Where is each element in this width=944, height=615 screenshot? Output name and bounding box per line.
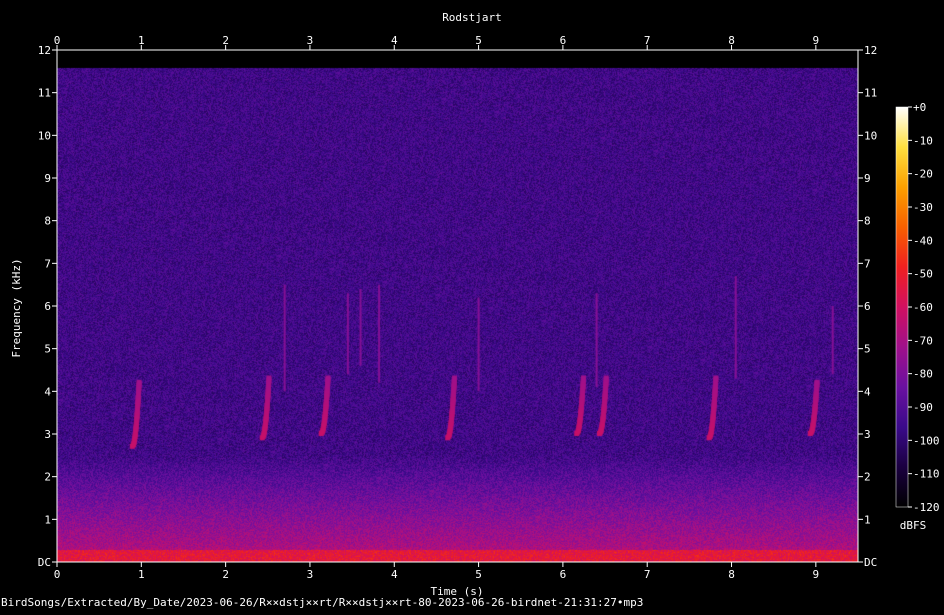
y-tick-label-right: 7 xyxy=(864,257,871,270)
y-tick-label-left: 4 xyxy=(44,385,51,398)
chart-title: Rodstjart xyxy=(442,11,502,24)
y-tick-label-right: 6 xyxy=(864,300,871,313)
colorbar-tick-label: -20 xyxy=(913,168,933,181)
x-tick-label-top: 3 xyxy=(307,34,314,47)
spectrogram-svg: Rodstjart 00112233445566778899DC DC1 12 23 3… xyxy=(10,11,940,598)
y-tick-label-left: 12 xyxy=(38,44,51,57)
x-tick-label-top: 2 xyxy=(222,34,229,47)
y-tick-label-right: DC xyxy=(864,556,877,569)
y-tick-label-left: 10 xyxy=(38,129,51,142)
y-tick-label-right: 10 xyxy=(864,129,877,142)
colorbar-tick-label: -70 xyxy=(913,334,933,347)
y-tick-label-left: 2 xyxy=(44,471,51,484)
x-tick-label-top: 6 xyxy=(560,34,567,47)
colorbar-tick-label: -30 xyxy=(913,201,933,214)
y-tick-label-left: DC xyxy=(38,556,51,569)
y-tick-label-right: 11 xyxy=(864,87,877,100)
colorbar-tick-label: -50 xyxy=(913,268,933,281)
x-tick-label-bottom: 0 xyxy=(54,568,61,581)
y-tick-label-left: 7 xyxy=(44,257,51,270)
x-tick-label-top: 4 xyxy=(391,34,398,47)
x-tick-label-bottom: 7 xyxy=(644,568,651,581)
x-tick-label-bottom: 3 xyxy=(307,568,314,581)
colorbar-tick-label: -10 xyxy=(913,134,933,147)
colorbar: +0 -10 -20 -30 -40 -50 -60 -70 -80 -90 -100 -110 -12… xyxy=(895,101,940,514)
x-tick-label-top: 8 xyxy=(728,34,735,47)
x-tick-label-bottom: 6 xyxy=(560,568,567,581)
x-tick-label-bottom: 1 xyxy=(138,568,145,581)
spectrogram-image xyxy=(57,50,858,562)
colorbar-tick-label: -60 xyxy=(913,301,933,314)
y-tick-label-left: 11 xyxy=(38,87,51,100)
y-tick-label-right: 2 xyxy=(864,471,871,484)
x-tick-label-bottom: 8 xyxy=(728,568,735,581)
colorbar-tick-label: -100 xyxy=(913,434,940,447)
colorbar-tick-label: +0 xyxy=(913,101,926,114)
colorbar-tick-label: -40 xyxy=(913,234,933,247)
colorbar-tick-label: -90 xyxy=(913,401,933,414)
spectrogram-figure: Rodstjart 0 0 1 1 2 2 3 3 4 4 5 5 6 6 7 7 8 8 9 9 DC DC 1 1 2 2 3 3… xyxy=(0,0,944,611)
colorbar-gradient xyxy=(895,106,909,508)
x-tick-label-bottom: 4 xyxy=(391,568,398,581)
y-tick-label-left: 6 xyxy=(44,300,51,313)
x-tick-label-top: 9 xyxy=(813,34,820,47)
x-tick-label-top: 5 xyxy=(475,34,482,47)
colorbar-label: dBFS xyxy=(900,519,927,532)
x-tick-label-top: 7 xyxy=(644,34,651,47)
colorbar-tick-label: -120 xyxy=(913,501,940,514)
x-tick-label-top: 1 xyxy=(138,34,145,47)
y-tick-label-right: 8 xyxy=(864,215,871,228)
y-tick-label-left: 9 xyxy=(44,172,51,185)
y-tick-label-right: 4 xyxy=(864,385,871,398)
colorbar-tick-label: -110 xyxy=(913,468,940,481)
x-tick-label-bottom: 9 xyxy=(813,568,820,581)
spectrogram-plot xyxy=(57,50,858,562)
y-tick-label-right: 1 xyxy=(864,513,871,526)
y-tick-label-left: 5 xyxy=(44,343,51,356)
x-tick-label-top: 0 xyxy=(54,34,61,47)
y-tick-label-right: 3 xyxy=(864,428,871,441)
y-tick-label-right: 5 xyxy=(864,343,871,356)
colorbar-tick-label: -80 xyxy=(913,368,933,381)
y-tick-label-right: 9 xyxy=(864,172,871,185)
file-path: BirdSongs/Extracted/By_Date/2023-06-26/R… xyxy=(1,596,644,609)
x-tick-label-bottom: 5 xyxy=(475,568,482,581)
y-axis-label: Frequency (kHz) xyxy=(10,258,23,357)
y-tick-label-left: 1 xyxy=(44,513,51,526)
x-tick-label-bottom: 2 xyxy=(222,568,229,581)
y-tick-label-left: 8 xyxy=(44,215,51,228)
y-tick-label-left: 3 xyxy=(44,428,51,441)
y-tick-label-right: 12 xyxy=(864,44,877,57)
